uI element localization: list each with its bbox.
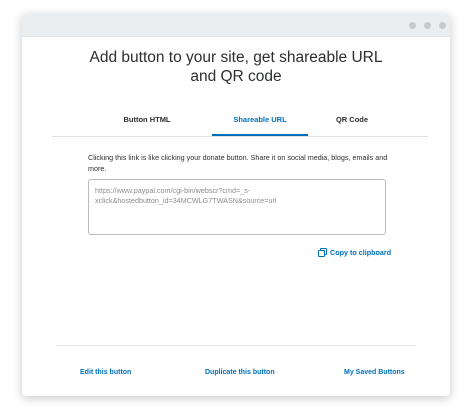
dialog-footer: Edit this button Duplicate this button M… <box>56 345 416 390</box>
window-dot-icon <box>409 22 416 29</box>
edit-button-link[interactable]: Edit this button <box>80 369 131 376</box>
tab-shareable-url[interactable]: Shareable URL <box>212 114 308 136</box>
dialog-heading: Add button to your site, get shareable U… <box>89 49 383 85</box>
copy-to-clipboard-button[interactable]: Copy to clipboard <box>318 248 391 257</box>
copy-to-clipboard-label: Copy to clipboard <box>330 248 392 257</box>
tab-bar: Button HTML Shareable URL QR Code <box>52 114 428 137</box>
window-titlebar <box>22 14 450 37</box>
tab-qr-code[interactable]: QR Code <box>322 114 382 134</box>
tab-button-html[interactable]: Button HTML <box>112 114 182 134</box>
shareable-url-field[interactable]: https://www.paypal.com/cgi-bin/webscr?cm… <box>88 179 386 235</box>
copy-icon <box>318 248 327 257</box>
window-dot-icon <box>439 22 446 29</box>
shareable-url-description: Clicking this link is like clicking your… <box>88 153 388 173</box>
my-saved-buttons-link[interactable]: My Saved Buttons <box>344 369 405 376</box>
window-dot-icon <box>424 22 431 29</box>
duplicate-button-link[interactable]: Duplicate this button <box>205 369 275 376</box>
dialog-window: Add button to your site, get shareable U… <box>22 14 450 396</box>
